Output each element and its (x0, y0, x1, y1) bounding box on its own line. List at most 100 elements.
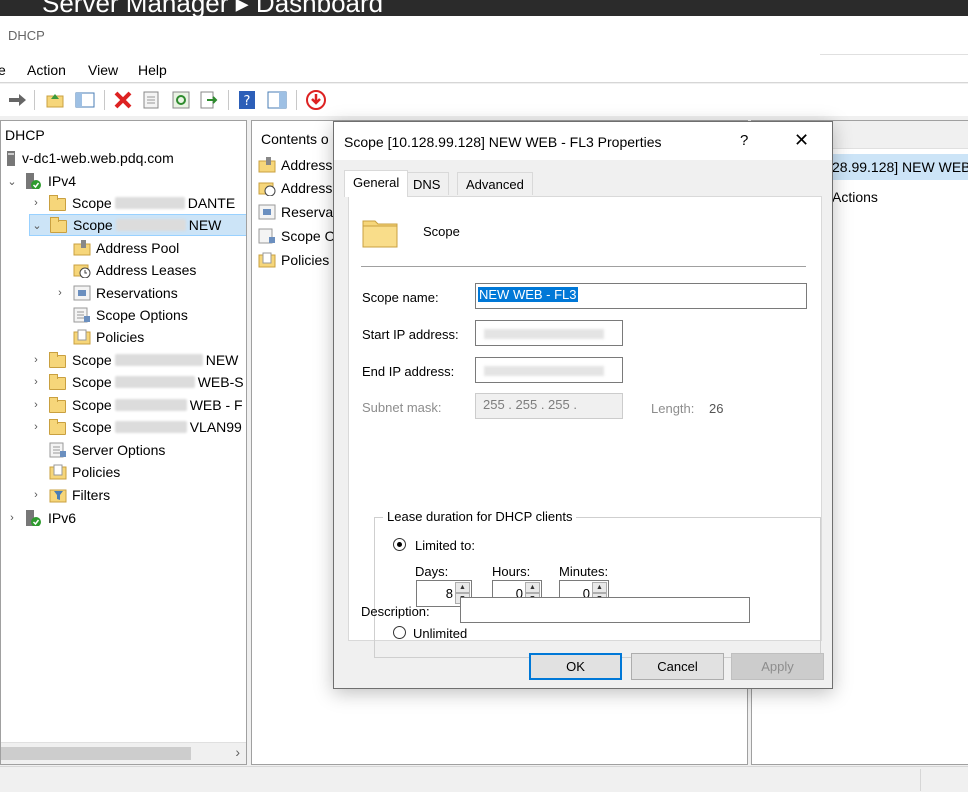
results-item[interactable]: Reservat (258, 201, 337, 223)
unlimited-label: Unlimited (413, 626, 468, 641)
help-icon[interactable]: ? (236, 89, 258, 111)
window-title-bar: DHCP (0, 16, 968, 56)
scope-options-icon (73, 307, 90, 323)
server-manager-header: Server Manager ▸ Dashboard (0, 0, 968, 16)
folder-icon (49, 374, 67, 390)
tree-server[interactable]: v-dc1-web.web.pdq.com (5, 147, 174, 169)
filters-icon (49, 489, 67, 503)
minutes-label: Minutes: (559, 564, 609, 579)
tree-ipv4-policies[interactable]: Policies (49, 461, 120, 483)
tree-reservations[interactable]: › Reservations (53, 282, 178, 304)
chevron-down-icon[interactable]: ⌄ (30, 219, 44, 232)
tree-address-leases[interactable]: Address Leases (73, 259, 196, 281)
reservations-icon (73, 285, 91, 301)
more-actions[interactable]: Actions (832, 189, 878, 205)
server-manager-title: Server Manager ▸ Dashboard (42, 0, 384, 16)
tree-address-pool[interactable]: Address Pool (73, 237, 179, 259)
spin-up-icon[interactable]: ▲ (592, 582, 607, 593)
policies-icon (258, 252, 276, 268)
up-folder-icon[interactable] (44, 89, 66, 111)
scope-heading: Scope (423, 224, 460, 239)
tree-scope-selected[interactable]: ⌄ Scope NEW (29, 214, 246, 236)
action-pane-icon[interactable] (266, 89, 288, 111)
lease-duration-title: Lease duration for DHCP clients (383, 509, 577, 524)
spin-up-icon[interactable]: ▲ (525, 582, 540, 593)
chevron-right-icon[interactable]: › (29, 399, 43, 411)
scrollbar-thumb[interactable] (1, 747, 191, 760)
dialog-help-button[interactable]: ? (740, 132, 748, 149)
chevron-right-icon[interactable]: › (29, 376, 43, 388)
forward-arrow-icon[interactable] (6, 89, 28, 111)
tree-filters[interactable]: › Filters (29, 484, 110, 506)
tree-scope[interactable]: › Scope DANTE (29, 192, 235, 214)
properties-icon[interactable] (140, 89, 162, 111)
tree-ipv6[interactable]: › IPv6 (5, 507, 76, 529)
lease-duration-group: Lease duration for DHCP clients Limited … (374, 509, 821, 658)
tab-dns[interactable]: DNS (404, 172, 450, 195)
hours-label: Hours: (492, 564, 531, 579)
chevron-down-icon[interactable]: ⌄ (5, 175, 19, 188)
end-ip-input[interactable] (475, 357, 623, 383)
tree-ipv4[interactable]: ⌄ IPv4 (5, 170, 76, 192)
dialog-title: Scope [10.128.99.128] NEW WEB - FL3 Prop… (344, 134, 662, 150)
chevron-right-icon[interactable]: › (29, 489, 43, 501)
results-item[interactable]: Scope O (258, 225, 335, 247)
server-options-icon (49, 442, 66, 458)
address-pool-icon (73, 240, 91, 256)
dialog-close-button[interactable]: ✕ (794, 130, 809, 151)
limited-radio[interactable] (393, 538, 406, 551)
scope-options-icon (258, 228, 275, 244)
export-list-icon[interactable] (198, 89, 220, 111)
deactivate-icon[interactable] (305, 89, 327, 111)
menu-file[interactable]: e (0, 62, 6, 78)
results-header: Contents o (261, 131, 329, 147)
scope-folder-icon (361, 215, 399, 252)
chevron-right-icon[interactable]: › (29, 197, 43, 209)
results-item[interactable]: Address (258, 154, 332, 176)
folder-icon (49, 419, 67, 435)
show-hide-tree-icon[interactable] (74, 89, 96, 111)
subnet-mask-input[interactable]: 255 . 255 . 255 . (475, 393, 623, 419)
start-ip-input[interactable] (475, 320, 623, 346)
chevron-right-icon[interactable]: › (53, 287, 67, 299)
dialog-title-bar: Scope [10.128.99.128] NEW WEB - FL3 Prop… (334, 122, 832, 160)
tree-scope-options[interactable]: Scope Options (73, 304, 188, 326)
ok-button[interactable]: OK (529, 653, 622, 680)
tree-horizontal-scrollbar[interactable]: › (1, 742, 246, 764)
general-tab-panel: Scope Scope name: NEW WEB - FL3 Start IP… (348, 196, 822, 658)
chevron-right-icon[interactable]: › (5, 512, 19, 524)
tree-server-options[interactable]: Server Options (49, 439, 165, 461)
policies-icon (49, 464, 67, 480)
svg-text:?: ? (244, 94, 251, 109)
tree-scope[interactable]: › Scope WEB-S (29, 371, 244, 393)
results-item[interactable]: Address (258, 177, 332, 199)
tree-policies[interactable]: Policies (73, 326, 144, 348)
tree-scope[interactable]: › Scope WEB - F (29, 394, 243, 416)
window-title: DHCP (8, 28, 45, 43)
menu-help[interactable]: Help (138, 62, 167, 78)
delete-icon[interactable] (112, 89, 134, 111)
folder-icon (49, 352, 67, 368)
tree-root-dhcp[interactable]: DHCP (5, 124, 45, 146)
cancel-button[interactable]: Cancel (631, 653, 724, 680)
chevron-right-icon[interactable]: › (29, 421, 43, 433)
tree-scope[interactable]: › Scope VLAN99 (29, 416, 242, 438)
end-ip-label: End IP address: (362, 364, 455, 379)
toolbar: ? (0, 84, 968, 116)
spin-up-icon[interactable]: ▲ (455, 582, 470, 593)
scroll-right-icon[interactable]: › (235, 744, 240, 760)
results-item[interactable]: Policies (258, 249, 329, 271)
menu-view[interactable]: View (88, 62, 118, 78)
description-input[interactable] (460, 597, 750, 623)
tab-general[interactable]: General (344, 170, 409, 197)
chevron-right-icon[interactable]: › (29, 354, 43, 366)
menu-action[interactable]: Action (27, 62, 66, 78)
tree-scope[interactable]: › Scope NEW (29, 349, 238, 371)
refresh-icon[interactable] (170, 89, 192, 111)
scope-name-input[interactable]: NEW WEB - FL3 (475, 283, 807, 309)
unlimited-radio[interactable] (393, 626, 406, 639)
scope-properties-dialog: Scope [10.128.99.128] NEW WEB - FL3 Prop… (333, 121, 833, 689)
scope-name-label: Scope name: (362, 290, 439, 305)
tab-advanced[interactable]: Advanced (457, 172, 533, 195)
apply-button[interactable]: Apply (731, 653, 824, 680)
